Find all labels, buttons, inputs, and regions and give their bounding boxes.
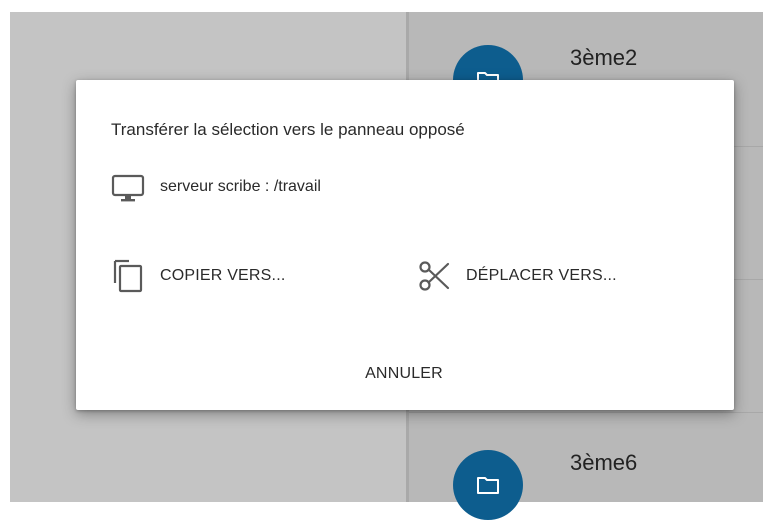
move-to-label: DÉPLACER VERS... — [466, 267, 617, 284]
cancel-label: ANNULER — [365, 365, 443, 382]
move-to-button[interactable]: DÉPLACER VERS... — [417, 258, 677, 294]
folder-avatar — [453, 450, 523, 520]
folder-name: 3ème6 — [570, 450, 638, 475]
dialog-title: Transférer la sélection vers le panneau … — [111, 120, 465, 139]
destination-row: serveur scribe : /travail — [111, 173, 511, 203]
monitor-icon — [111, 174, 145, 202]
folder-icon — [477, 477, 499, 494]
folder-item-3eme6[interactable]: 3ème6 — [453, 450, 753, 520]
copy-icon — [113, 259, 143, 293]
copy-to-button[interactable]: COPIER VERS... — [111, 258, 351, 294]
copy-to-label: COPIER VERS... — [160, 267, 286, 284]
app-screen: 3ème2 3ème6 Transférer la sélection vers… — [0, 0, 763, 520]
destination-label: serveur scribe : /travail — [160, 178, 321, 195]
scissors-icon — [419, 261, 450, 291]
folder-name: 3ème2 — [570, 45, 638, 70]
transfer-dialog: Transférer la sélection vers le panneau … — [76, 80, 734, 410]
row-divider — [409, 412, 763, 413]
cancel-button[interactable]: ANNULER — [341, 359, 467, 389]
